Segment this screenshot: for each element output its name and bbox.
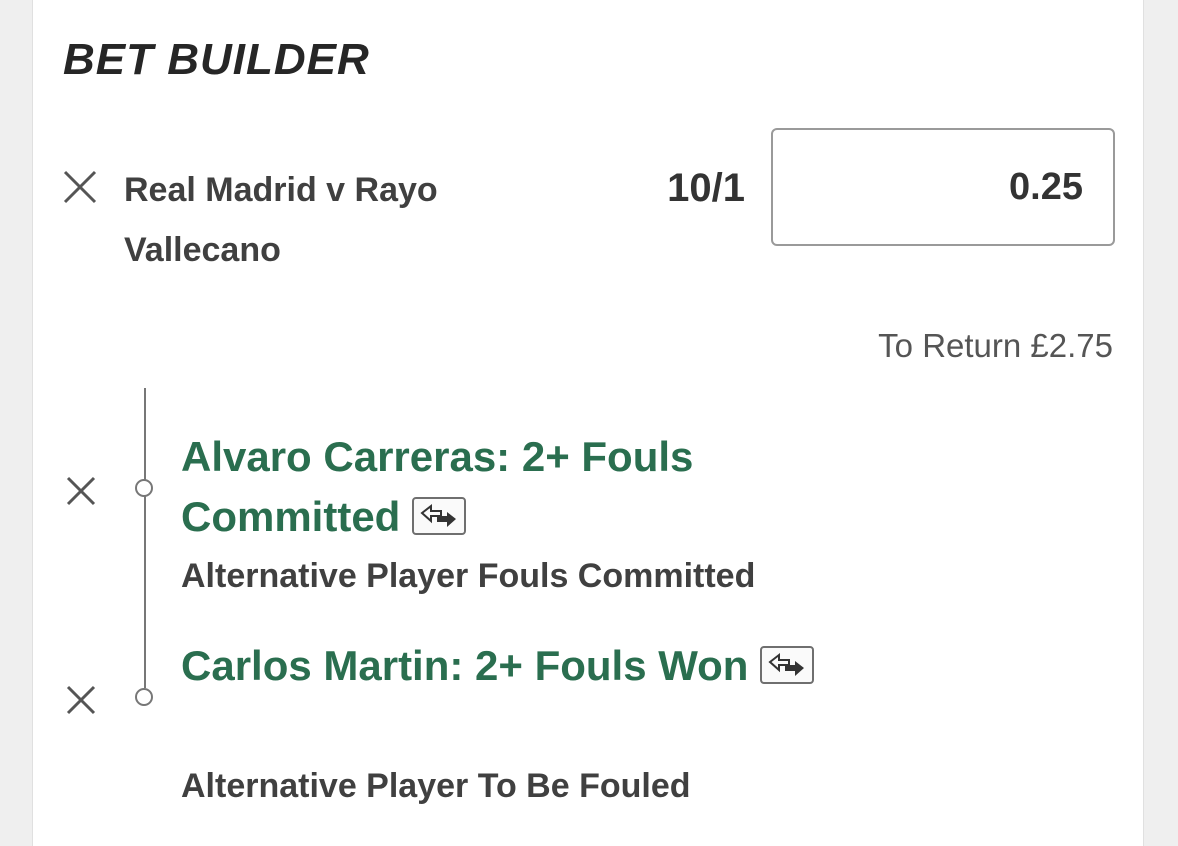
- selection-title: Alvaro Carreras: 2+ Fouls Committed: [181, 427, 821, 547]
- bet-builder-panel: BET BUILDER Real Madrid v Rayo Vallecano…: [32, 0, 1144, 846]
- event-name: Real Madrid v Rayo Vallecano: [124, 171, 438, 269]
- to-return-amount: To Return £2.75: [878, 327, 1113, 364]
- bet-odds: 10/1: [667, 166, 745, 210]
- selection-market: Alternative Player To Be Fouled: [181, 767, 691, 805]
- timeline-dot: [135, 479, 153, 497]
- selection-market: Alternative Player Fouls Committed: [181, 557, 756, 595]
- selection-title-text: Carlos Martin: 2+ Fouls Won: [181, 642, 749, 689]
- stake-input[interactable]: [771, 128, 1115, 246]
- remove-bet-close-icon[interactable]: [63, 170, 97, 204]
- remove-selection-close-icon[interactable]: [66, 476, 100, 510]
- timeline-dot: [135, 688, 153, 706]
- remove-selection-close-icon[interactable]: [66, 685, 100, 719]
- bet-builder-title: BET BUILDER: [63, 35, 370, 84]
- selection-timeline-line: [144, 388, 146, 688]
- swap-icon[interactable]: [760, 645, 815, 684]
- selection-title: Carlos Martin: 2+ Fouls Won: [181, 636, 821, 696]
- swap-icon[interactable]: [412, 496, 467, 535]
